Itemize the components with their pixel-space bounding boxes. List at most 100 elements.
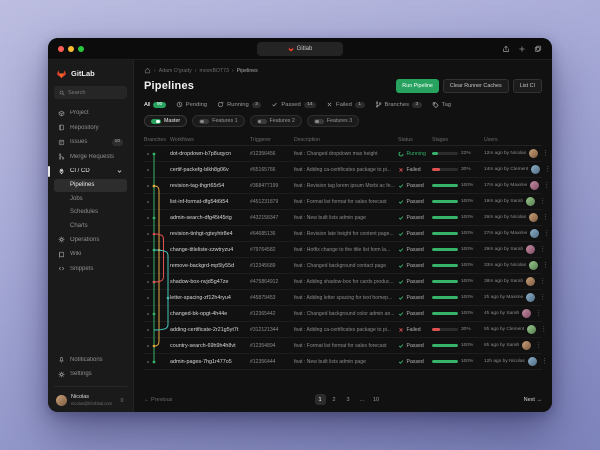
- filter-branches[interactable]: Branches3: [375, 101, 422, 108]
- page-3[interactable]: 3: [343, 394, 354, 405]
- filter-passed[interactable]: Passed14: [271, 101, 316, 108]
- sidebar-item-notifications[interactable]: Notifications: [54, 352, 127, 367]
- gitlab-brand[interactable]: GitLab: [54, 67, 127, 86]
- branch-filter-master[interactable]: Master: [144, 115, 187, 127]
- pagination-previous[interactable]: ← Previous: [144, 397, 172, 403]
- sidebar-subitem-charts[interactable]: Charts: [54, 219, 127, 233]
- row-menu-icon[interactable]: ⋮: [540, 326, 547, 333]
- sidebar-item-settings[interactable]: Settings: [54, 367, 127, 382]
- pipeline-row[interactable]: revision-tag-thgrt65r54 #368477199 feat …: [144, 178, 542, 194]
- row-menu-icon[interactable]: ⋮: [535, 342, 542, 349]
- browser-tab[interactable]: Gitlab: [257, 42, 343, 56]
- passed-check-icon: [398, 279, 404, 285]
- workflow-name[interactable]: country-search-69h9h4h8vt: [170, 343, 250, 349]
- workflow-name[interactable]: revision-tag-thgrt65r54: [170, 183, 250, 189]
- row-menu-icon[interactable]: ⋮: [542, 150, 549, 157]
- breadcrumb-item-adam-o-grady[interactable]: Adam O'grady: [159, 68, 192, 74]
- row-menu-icon[interactable]: ⋮: [543, 230, 550, 237]
- pipeline-row[interactable]: changed-bk-opgt-4h44e #12365442 feat : C…: [144, 306, 542, 322]
- list-ci-button[interactable]: List CI: [513, 79, 542, 93]
- workflow-name[interactable]: admin-pages-7hg1r477o5: [170, 359, 250, 365]
- row-menu-icon[interactable]: ⋮: [535, 310, 542, 317]
- pipeline-row[interactable]: revision-tinhgt-rgteyhtr8e4 #64685136 fe…: [144, 226, 542, 242]
- home-icon[interactable]: [144, 67, 151, 74]
- row-menu-icon[interactable]: ⋮: [539, 246, 546, 253]
- branch-filter-features-1[interactable]: Features 1: [192, 115, 244, 127]
- workflow-name[interactable]: list-inf-format-dfg54t6t54: [170, 199, 250, 205]
- workflow-name[interactable]: shadow-box-nvjd5g47ze: [170, 279, 250, 285]
- row-menu-icon[interactable]: ⋮: [544, 166, 551, 173]
- sidebar-item-merge-requests[interactable]: Merge Requests: [54, 150, 127, 165]
- workflow-name[interactable]: dot-dropdown-b7p8uqycn: [170, 151, 250, 157]
- sidebar-item-operations[interactable]: Operations: [54, 233, 127, 248]
- search-input[interactable]: Search: [54, 86, 127, 99]
- breadcrumb-item-pipelines[interactable]: Pipelines: [237, 68, 258, 74]
- workflow-name[interactable]: admin-search-dfg45t45rtg: [170, 215, 250, 221]
- pipeline-row[interactable]: shadow-box-nvjd5g47ze #475864912 feat : …: [144, 274, 542, 290]
- page-2[interactable]: 2: [329, 394, 340, 405]
- breadcrumb-item-moonbot73[interactable]: moonBOT73: [199, 68, 228, 74]
- pipeline-row[interactable]: dot-dropdown-b7p8uqycn #12356456 feat : …: [144, 146, 542, 162]
- workflow-name[interactable]: remove-backgrd-mp5ly55d: [170, 263, 250, 269]
- zoom-window-button[interactable]: [78, 46, 84, 52]
- pipeline-row[interactable]: certif-packefg-blkh8g06v #65165766 feat …: [144, 162, 542, 178]
- close-window-button[interactable]: [58, 46, 64, 52]
- filter-pending[interactable]: Pending: [176, 101, 207, 108]
- branch-filter-features-2[interactable]: Features 2: [250, 115, 302, 127]
- filter-all[interactable]: All90: [144, 102, 166, 109]
- new-tab-plus-icon[interactable]: [518, 45, 526, 53]
- user-profile[interactable]: Nicolas nicolas@kforbital.com: [54, 392, 127, 406]
- filter-failed[interactable]: Failed1: [326, 101, 364, 108]
- pipeline-row[interactable]: change-titleliste-zzwtryzu4 #79764582 fe…: [144, 242, 542, 258]
- toggle-switch[interactable]: [199, 119, 209, 125]
- toggle-switch[interactable]: [151, 119, 161, 125]
- sidebar-item-ci-cd[interactable]: CI / CD: [54, 164, 127, 179]
- pipeline-row[interactable]: admin-pages-7hg1r477o5 #12356444 feat : …: [144, 354, 542, 370]
- sidebar-subitem-schedules[interactable]: Schedules: [54, 206, 127, 220]
- toggle-switch[interactable]: [314, 119, 324, 125]
- status-filter-bar: All90 Pending Running3 Passed14 Failed1 Branc…: [144, 101, 542, 108]
- sidebar-subitem-jobs[interactable]: Jobs: [54, 192, 127, 206]
- pagination-next[interactable]: Next →: [524, 397, 542, 403]
- tab-title: Gitlab: [297, 46, 313, 52]
- workflow-name[interactable]: letter-spacing-zf12h4ryu4: [170, 295, 250, 301]
- sidebar-item-project[interactable]: Project: [54, 106, 127, 121]
- branch-filter-features-3[interactable]: Features 3: [307, 115, 359, 127]
- pipeline-row[interactable]: remove-backgrd-mp5ly55d #12345689 feat :…: [144, 258, 542, 274]
- filter-running[interactable]: Running3: [217, 101, 261, 108]
- workflow-name[interactable]: certif-packefg-blkh8g06v: [170, 167, 250, 173]
- page-title: Pipelines: [144, 80, 194, 92]
- minimize-window-button[interactable]: [68, 46, 74, 52]
- workflow-name[interactable]: adding-certificate-2r21g5yt7t: [170, 327, 250, 333]
- row-menu-icon[interactable]: ⋮: [542, 214, 549, 221]
- row-menu-icon[interactable]: ⋮: [539, 198, 546, 205]
- row-menu-icon[interactable]: ⋮: [542, 262, 549, 269]
- workflow-name[interactable]: revision-tinhgt-rgteyhtr8e4: [170, 231, 250, 237]
- page-1[interactable]: 1: [315, 394, 326, 405]
- pipeline-row[interactable]: letter-spacing-zf12h4ryu4 #45879453 feat…: [144, 290, 542, 306]
- sidebar-item-issues[interactable]: Issues10: [54, 135, 127, 150]
- avatar: [527, 325, 536, 334]
- progress-label: 100%: [461, 263, 473, 268]
- sidebar-item-repository[interactable]: Repository: [54, 121, 127, 136]
- sidebar-item-wiki[interactable]: Wiki: [54, 247, 127, 262]
- row-menu-icon[interactable]: ⋮: [543, 182, 550, 189]
- row-menu-icon[interactable]: ⋮: [539, 278, 546, 285]
- pipeline-row[interactable]: admin-search-dfg45t45rtg #432158347 feat…: [144, 210, 542, 226]
- run-pipeline-button[interactable]: Run Pipeline: [396, 79, 439, 93]
- sidebar-item-snippets[interactable]: Snippets: [54, 262, 127, 277]
- pipeline-row[interactable]: country-search-69h9h4h8vt #12354894 feat…: [144, 338, 542, 354]
- share-icon[interactable]: [502, 45, 510, 53]
- workflow-name[interactable]: change-titleliste-zzwtryzu4: [170, 247, 250, 253]
- filter-tag[interactable]: Tag: [432, 101, 451, 108]
- workflow-name[interactable]: changed-bk-opgt-4h44e: [170, 311, 250, 317]
- tabs-overview-icon[interactable]: [534, 45, 542, 53]
- sidebar-subitem-pipelines[interactable]: Pipelines: [54, 179, 127, 193]
- row-menu-icon[interactable]: ⋮: [539, 294, 546, 301]
- toggle-switch[interactable]: [257, 119, 267, 125]
- pipeline-row[interactable]: adding-certificate-2r21g5yt7t #312121344…: [144, 322, 542, 338]
- row-menu-icon[interactable]: ⋮: [541, 358, 548, 365]
- page-10[interactable]: 10: [371, 394, 382, 405]
- pipeline-row[interactable]: list-inf-format-dfg54t6t54 #451231879 fe…: [144, 194, 542, 210]
- clear-runner-caches-button[interactable]: Clear Runner Caches: [443, 79, 509, 93]
